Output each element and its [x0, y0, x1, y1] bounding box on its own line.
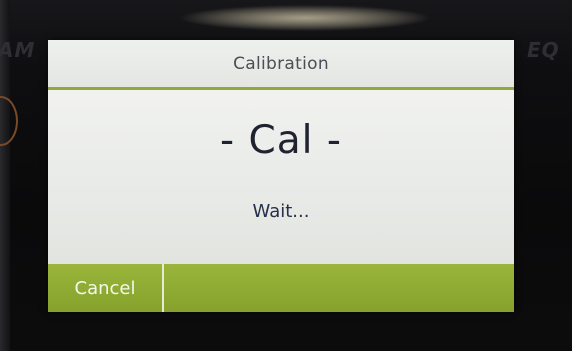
- dialog-header: Calibration: [48, 40, 514, 90]
- calibration-status-sub: Wait...: [252, 201, 310, 222]
- cancel-button[interactable]: Cancel: [48, 264, 164, 312]
- footer-empty-area: [164, 264, 514, 312]
- device-screen: AM EQ Calibration - Cal - Wait... Cancel: [0, 0, 572, 351]
- background-left-label: AM: [0, 38, 36, 62]
- calibration-status-main: - Cal -: [220, 118, 342, 163]
- dialog-body: - Cal - Wait...: [48, 90, 514, 264]
- screen-glare: [180, 4, 430, 32]
- dialog-title: Calibration: [233, 53, 329, 74]
- background-right-label: EQ: [527, 38, 560, 62]
- background-ring-icon: [0, 96, 18, 146]
- dialog-footer: Cancel: [48, 264, 514, 312]
- calibration-dialog: Calibration - Cal - Wait... Cancel: [48, 40, 514, 312]
